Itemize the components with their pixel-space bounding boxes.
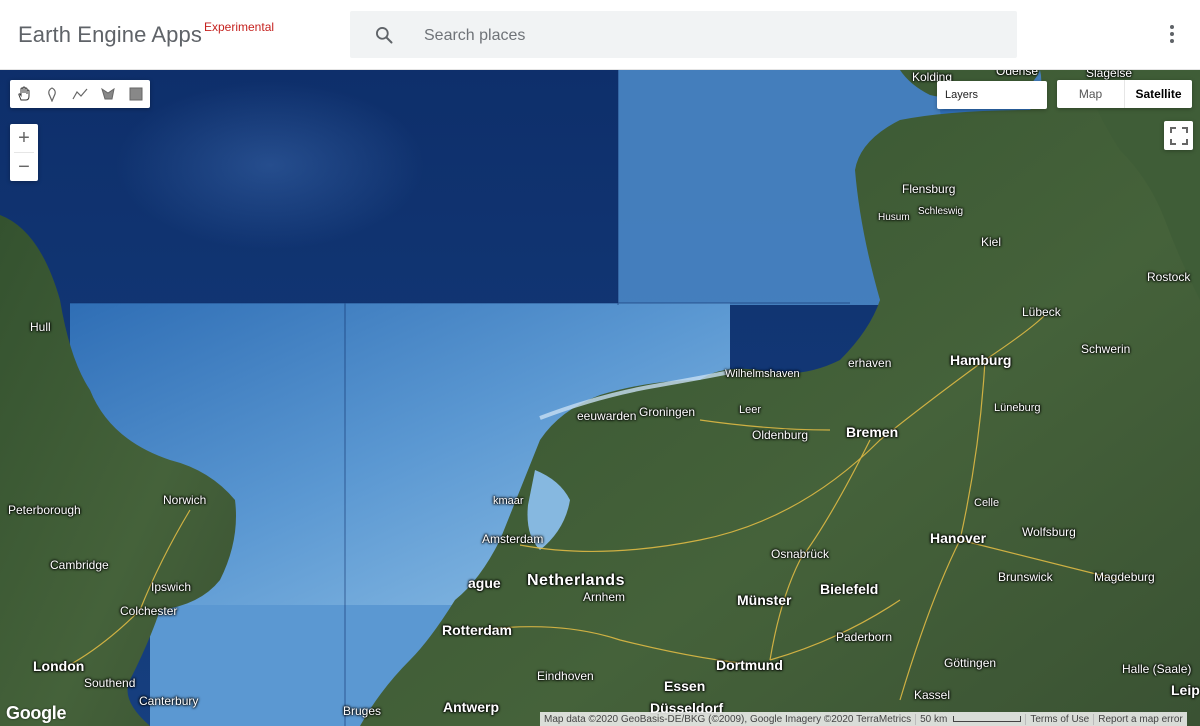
place-label: ague xyxy=(468,575,501,591)
place-label: Wolfsburg xyxy=(1022,525,1076,539)
place-label: kmaar xyxy=(493,495,524,507)
marker-icon[interactable] xyxy=(38,80,66,108)
place-label: Schwerin xyxy=(1081,342,1131,356)
place-label: Bremen xyxy=(846,424,899,440)
place-label: Göttingen xyxy=(944,656,997,670)
app-title: Earth Engine Apps xyxy=(18,22,202,47)
place-label: Dortmund xyxy=(716,657,783,673)
map-type-map-button[interactable]: Map xyxy=(1057,80,1124,108)
search-icon[interactable] xyxy=(374,25,394,45)
place-label: Hanover xyxy=(930,530,987,546)
place-label: Groningen xyxy=(639,405,696,419)
place-label: Cambridge xyxy=(50,558,109,572)
satellite-imagery xyxy=(0,70,1200,726)
place-label: Schleswig xyxy=(918,206,964,217)
drawing-toolbar xyxy=(10,80,150,108)
place-label: Arnhem xyxy=(583,590,626,604)
map-type-satellite-button[interactable]: Satellite xyxy=(1124,80,1192,108)
place-label: Canterbury xyxy=(139,694,199,708)
place-label: eeuwarden xyxy=(577,409,637,423)
place-label: Lübeck xyxy=(1022,305,1061,319)
fullscreen-button[interactable] xyxy=(1164,121,1193,150)
place-label: Flensburg xyxy=(902,182,956,196)
scale-bar[interactable]: 50 km xyxy=(915,713,1025,725)
hand-icon[interactable] xyxy=(10,80,38,108)
place-label: Essen xyxy=(664,678,706,694)
place-label: Osnabrück xyxy=(771,547,830,561)
search-input[interactable] xyxy=(422,11,996,60)
zoom-control: + − xyxy=(10,124,38,181)
layers-button[interactable]: Layers xyxy=(937,81,1047,109)
scale-ruler xyxy=(953,716,1022,722)
rectangle-icon[interactable] xyxy=(122,80,150,108)
place-label: Ipswich xyxy=(151,580,192,594)
scale-label: 50 km xyxy=(920,713,948,725)
place-label: Colchester xyxy=(120,604,178,618)
place-label: Brunswick xyxy=(998,570,1053,584)
zoom-in-button[interactable]: + xyxy=(10,124,38,152)
country-label: Netherlands xyxy=(527,572,625,589)
place-label: Rostock xyxy=(1147,270,1191,284)
place-label: Bruges xyxy=(343,704,382,718)
map-canvas[interactable]: Kolding Odense Slagelse Flensburg Husum … xyxy=(0,70,1200,726)
place-label: Paderborn xyxy=(836,630,893,644)
polyline-icon[interactable] xyxy=(66,80,94,108)
terms-of-use-link[interactable]: Terms of Use xyxy=(1025,713,1093,725)
polygon-icon[interactable] xyxy=(94,80,122,108)
place-label: Antwerp xyxy=(443,699,499,715)
place-label: London xyxy=(33,658,85,674)
app-header: Earth Engine Apps Experimental xyxy=(0,0,1200,70)
fullscreen-icon xyxy=(1169,126,1188,145)
search-box[interactable] xyxy=(350,11,1017,60)
place-label: Celle xyxy=(974,497,1000,509)
experimental-badge: Experimental xyxy=(204,20,275,34)
place-label: Leip xyxy=(1171,682,1200,698)
report-map-error-link[interactable]: Report a map error xyxy=(1093,713,1186,725)
place-label: Münster xyxy=(737,592,792,608)
map-data-attribution: Map data ©2020 GeoBasis-DE/BKG (©2009), … xyxy=(544,713,912,725)
map-type-control: Map Satellite xyxy=(1057,80,1192,108)
place-label: Bielefeld xyxy=(820,581,879,597)
place-label: Eindhoven xyxy=(537,669,594,683)
place-label: Kiel xyxy=(981,235,1002,249)
place-label: Wilhelmshaven xyxy=(725,368,800,380)
place-label: Oldenburg xyxy=(752,428,809,442)
place-label: Norwich xyxy=(163,493,207,507)
google-logo: Google xyxy=(6,703,67,723)
place-label: Husum xyxy=(878,212,910,223)
more-vert-icon[interactable] xyxy=(1160,22,1184,48)
place-label: Hamburg xyxy=(950,352,1012,368)
place-label: Magdeburg xyxy=(1094,570,1155,584)
place-label: Slagelse xyxy=(1086,70,1133,80)
place-label: Kassel xyxy=(914,688,951,702)
place-label: Halle (Saale) xyxy=(1122,662,1192,676)
place-label: Peterborough xyxy=(8,503,81,517)
place-label: Leer xyxy=(739,404,762,416)
place-label: Amsterdam xyxy=(482,532,544,546)
place-label: Hull xyxy=(30,320,51,334)
place-label: erhaven xyxy=(848,356,892,370)
place-label: Southend xyxy=(84,676,136,690)
place-label: Rotterdam xyxy=(442,622,513,638)
zoom-out-button[interactable]: − xyxy=(10,153,38,181)
place-label: Odense xyxy=(996,70,1039,78)
place-label: Lüneburg xyxy=(994,402,1041,414)
map-attribution-bar: Map data ©2020 GeoBasis-DE/BKG (©2009), … xyxy=(540,712,1187,726)
